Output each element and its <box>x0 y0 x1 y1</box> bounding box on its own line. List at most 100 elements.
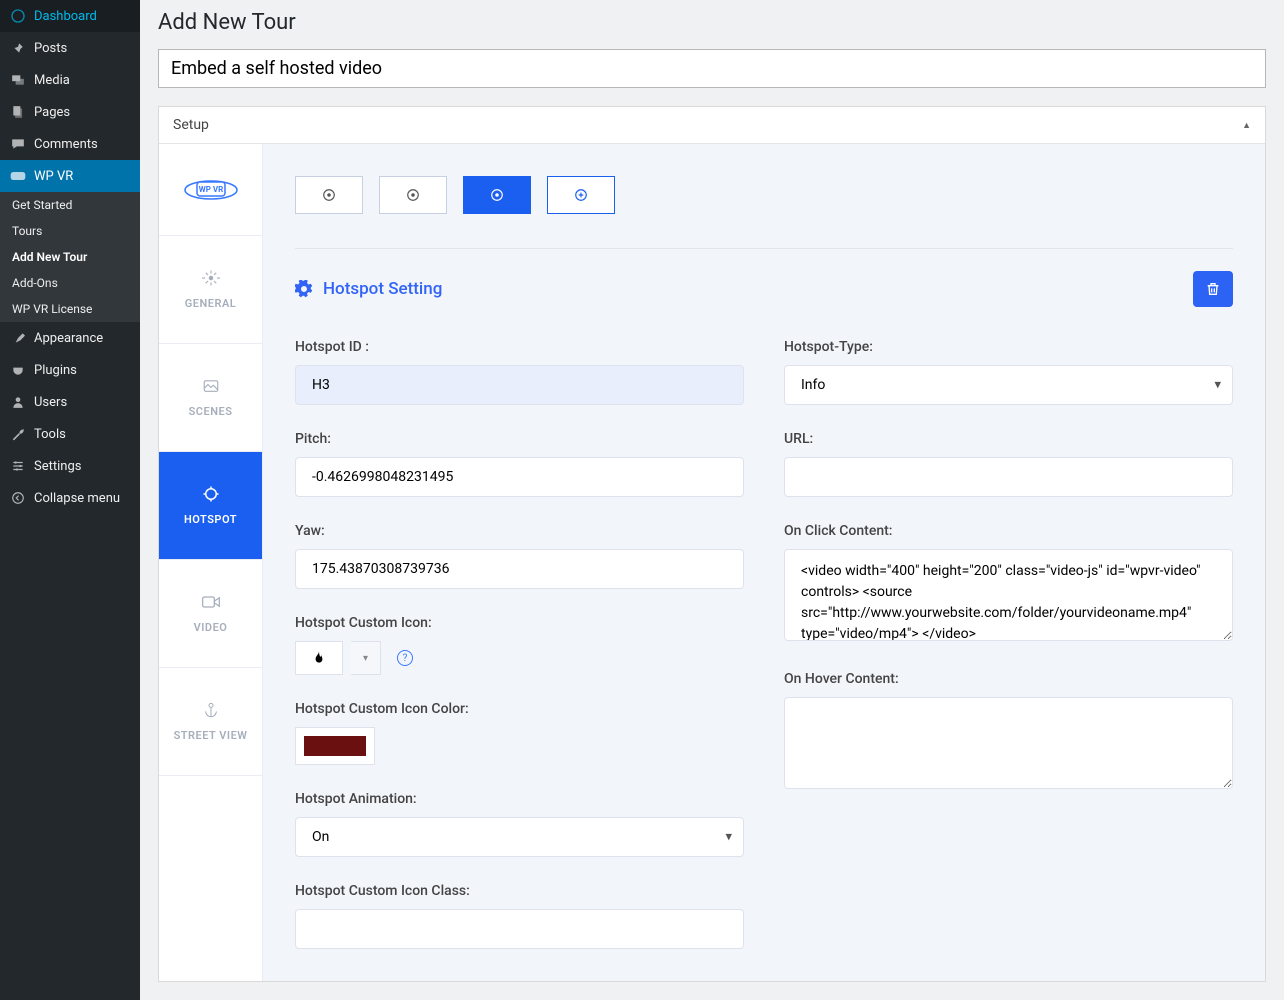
onclick-label: On Click Content: <box>784 523 1233 539</box>
icon-color-label: Hotspot Custom Icon Color: <box>295 701 744 717</box>
icon-class-input[interactable] <box>295 909 744 949</box>
sidebar-item-users[interactable]: Users <box>0 386 140 418</box>
tab-scenes[interactable]: SCENES <box>159 344 262 452</box>
field-type: Hotspot-Type: Info <box>784 339 1233 405</box>
divider <box>295 248 1233 249</box>
crosshair-icon <box>200 483 222 505</box>
animation-select[interactable]: On <box>295 817 744 857</box>
animation-label: Hotspot Animation: <box>295 791 744 807</box>
field-icon-class: Hotspot Custom Icon Class: <box>295 883 744 949</box>
icon-dropdown-toggle[interactable]: ▾ <box>351 641 381 675</box>
sidebar-item-appearance[interactable]: Appearance <box>0 322 140 354</box>
sidebar-item-tools[interactable]: Tools <box>0 418 140 450</box>
sidebar-item-dashboard[interactable]: Dashboard <box>0 0 140 32</box>
collapse-icon <box>10 490 26 506</box>
sidebar-item-wpvr[interactable]: WP VR <box>0 160 140 192</box>
sidebar-sub-license[interactable]: WP VR License <box>0 296 140 322</box>
collapse-toggle-icon[interactable]: ▲ <box>1242 120 1251 131</box>
side-tabs: WP VR GENERAL SCENES HOTSPOT VIDE <box>159 144 263 981</box>
sidebar-item-posts[interactable]: Posts <box>0 32 140 64</box>
anchor-icon <box>200 699 222 721</box>
sidebar-item-settings[interactable]: Settings <box>0 450 140 482</box>
color-picker[interactable] <box>295 727 375 765</box>
pitch-input[interactable] <box>295 457 744 497</box>
panel-title: Setup <box>173 117 209 133</box>
field-yaw: Yaw: <box>295 523 744 589</box>
sidebar-sub-tours[interactable]: Tours <box>0 218 140 244</box>
field-hotspot-id: Hotspot ID : <box>295 339 744 405</box>
tab-general[interactable]: GENERAL <box>159 236 262 344</box>
post-title-input[interactable] <box>158 49 1266 88</box>
comment-icon <box>10 136 26 152</box>
hotspot-btn-1[interactable] <box>295 176 363 214</box>
sidebar-sub-addnew[interactable]: Add New Tour <box>0 244 140 270</box>
form-grid: Hotspot ID : Pitch: Yaw: Hotspot Cu <box>295 339 1233 949</box>
brush-icon <box>10 330 26 346</box>
setting-header: Hotspot Setting <box>295 271 1233 307</box>
sidebar-item-media[interactable]: Media <box>0 64 140 96</box>
hotspot-btn-3[interactable] <box>463 176 531 214</box>
main-content: Add New Tour Setup ▲ WP VR GENERAL <box>140 0 1284 1000</box>
sidebar-sub-addons[interactable]: Add-Ons <box>0 270 140 296</box>
info-icon[interactable]: ? <box>397 650 413 666</box>
pitch-label: Pitch: <box>295 431 744 447</box>
page-title: Add New Tour <box>158 10 1266 35</box>
onhover-textarea[interactable] <box>784 697 1233 789</box>
section-title: Hotspot Setting <box>323 279 442 299</box>
sidebar-label: Dashboard <box>34 9 97 24</box>
setup-panel: Setup ▲ WP VR GENERAL SCENES <box>158 106 1266 982</box>
field-animation: Hotspot Animation: On <box>295 791 744 857</box>
tab-streetview[interactable]: STREET VIEW <box>159 668 262 776</box>
field-url: URL: <box>784 431 1233 497</box>
url-input[interactable] <box>784 457 1233 497</box>
sidebar-sub-getstarted[interactable]: Get Started <box>0 192 140 218</box>
field-icon: Hotspot Custom Icon: ▾ ? <box>295 615 744 675</box>
admin-sidebar: Dashboard Posts Media Pages Comments WP … <box>0 0 140 1000</box>
plug-icon <box>10 362 26 378</box>
yaw-input[interactable] <box>295 549 744 589</box>
sidebar-label: Comments <box>34 137 98 152</box>
hotspot-id-label: Hotspot ID : <box>295 339 744 355</box>
field-onclick: On Click Content: <box>784 523 1233 645</box>
sidebar-item-plugins[interactable]: Plugins <box>0 354 140 386</box>
tab-logo: WP VR <box>159 144 262 236</box>
left-column: Hotspot ID : Pitch: Yaw: Hotspot Cu <box>295 339 744 949</box>
vr-icon <box>10 168 26 184</box>
sidebar-label: Media <box>34 73 70 88</box>
tab-video[interactable]: VIDEO <box>159 560 262 668</box>
type-select[interactable]: Info <box>784 365 1233 405</box>
sidebar-item-comments[interactable]: Comments <box>0 128 140 160</box>
icon-label: Hotspot Custom Icon: <box>295 615 744 631</box>
onhover-label: On Hover Content: <box>784 671 1233 687</box>
hotspot-btn-2[interactable] <box>379 176 447 214</box>
onclick-textarea[interactable] <box>784 549 1233 641</box>
hotspot-selector-row <box>295 176 1233 214</box>
pin-icon <box>10 40 26 56</box>
user-icon <box>10 394 26 410</box>
flame-icon <box>312 650 326 666</box>
hotspot-btn-add[interactable] <box>547 176 615 214</box>
hotspot-id-input <box>295 365 744 405</box>
sidebar-label: Posts <box>34 41 67 56</box>
sidebar-label: Pages <box>34 105 70 120</box>
tab-content: Hotspot Setting Hotspot ID : Pitch: <box>263 144 1265 981</box>
image-icon <box>200 375 222 397</box>
gauge-icon <box>10 8 26 24</box>
delete-button[interactable] <box>1193 271 1233 307</box>
type-label: Hotspot-Type: <box>784 339 1233 355</box>
field-icon-color: Hotspot Custom Icon Color: <box>295 701 744 765</box>
icon-preview <box>295 641 343 675</box>
sidebar-label: WP VR <box>34 169 73 184</box>
page-icon <box>10 104 26 120</box>
color-swatch <box>304 736 366 756</box>
gear-icon <box>200 267 222 289</box>
trash-icon <box>1205 281 1221 297</box>
svg-text:WP VR: WP VR <box>198 185 223 194</box>
sidebar-item-collapse[interactable]: Collapse menu <box>0 482 140 514</box>
sidebar-item-pages[interactable]: Pages <box>0 96 140 128</box>
gear-icon <box>295 280 313 298</box>
panel-header[interactable]: Setup ▲ <box>159 107 1265 144</box>
yaw-label: Yaw: <box>295 523 744 539</box>
tab-hotspot[interactable]: HOTSPOT <box>159 452 262 560</box>
sidebar-sub: Get Started Tours Add New Tour Add-Ons W… <box>0 192 140 322</box>
